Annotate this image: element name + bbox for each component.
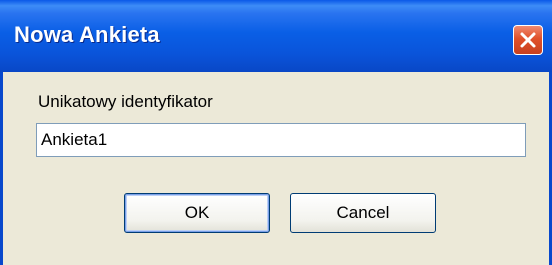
cancel-button[interactable]: Cancel [290,193,436,233]
close-x-icon [520,32,536,48]
window-border-left [0,72,3,265]
title-bar[interactable]: Nowa Ankieta [0,0,552,72]
dialog-window: Nowa Ankieta Unikatowy identyfikator OK … [0,0,552,265]
ok-button[interactable]: OK [124,193,270,233]
identifier-input[interactable] [36,123,526,157]
close-button[interactable] [513,25,543,55]
dialog-title: Nowa Ankieta [14,22,160,47]
identifier-label: Unikatowy identyfikator [38,92,213,111]
